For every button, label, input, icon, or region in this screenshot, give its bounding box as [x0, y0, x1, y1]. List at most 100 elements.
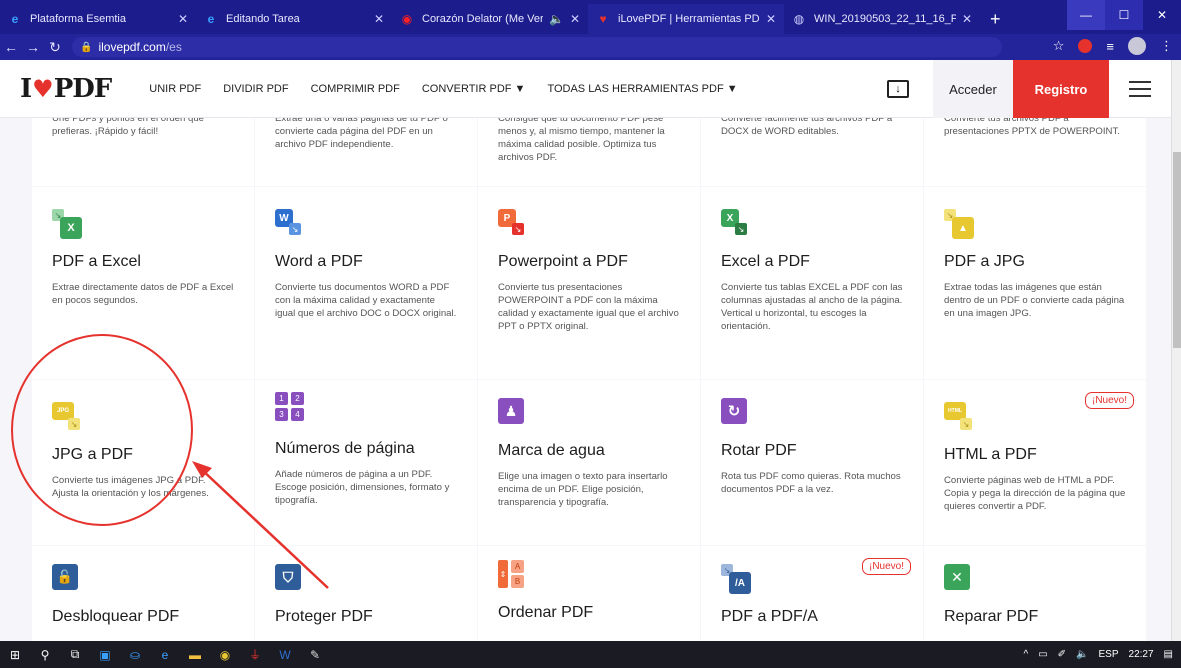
- notifications-icon[interactable]: ▤: [1164, 649, 1173, 660]
- shopping-bag-icon[interactable]: ⛀: [124, 647, 146, 663]
- tool-card-reparar[interactable]: ✕ Reparar PDF: [924, 546, 1146, 641]
- tool-card-html-pdf[interactable]: ¡Nuevo! HTML ↘ HTML a PDF Convierte pági…: [924, 380, 1146, 545]
- word-app-icon[interactable]: W: [274, 647, 296, 663]
- register-button[interactable]: Registro: [1013, 60, 1109, 118]
- tab-label: Corazón Delator (Me Verás Vo: [422, 13, 543, 25]
- store-icon[interactable]: ▣: [94, 647, 116, 663]
- menu-dots-icon[interactable]: ⋮: [1160, 38, 1173, 54]
- folder-icon[interactable]: ▬: [184, 647, 206, 663]
- tool-desc: Convierte tus archivos PDF a presentacio…: [944, 118, 1120, 137]
- extensions-icon[interactable]: ≡: [1106, 39, 1114, 54]
- tab-editando-tarea[interactable]: e Editando Tarea ✕: [196, 4, 392, 34]
- url-field[interactable]: 🔒 ilovepdf.com/es: [72, 37, 1002, 57]
- close-icon[interactable]: ✕: [178, 12, 188, 26]
- network-icon[interactable]: ▭: [1038, 649, 1047, 660]
- windows-start-icon[interactable]: ⊞: [4, 647, 26, 663]
- menu-unir-pdf[interactable]: UNIR PDF: [149, 83, 201, 95]
- tool-card-excel-pdf[interactable]: X ↘ Excel a PDF Convierte tus tablas EXC…: [701, 187, 923, 379]
- maximize-icon[interactable]: ☐: [1105, 0, 1143, 30]
- tool-title: Marca de agua: [498, 442, 605, 459]
- new-badge: ¡Nuevo!: [861, 558, 911, 575]
- tool-desc: Rota tus PDF como quieras. Rota muchos d…: [721, 471, 901, 495]
- address-bar: ← → ↻ 🔒 ilovepdf.com/es ☆ ≡ ⋮: [0, 34, 1181, 60]
- new-badge: ¡Nuevo!: [1084, 392, 1134, 409]
- chevron-up-icon[interactable]: ^: [1024, 649, 1029, 660]
- paint-icon[interactable]: ✎: [304, 647, 326, 663]
- minimize-icon[interactable]: —: [1067, 0, 1105, 30]
- close-icon[interactable]: ✕: [962, 12, 972, 26]
- logo-text-right: PDF: [53, 73, 113, 104]
- system-tray: ^ ▭ ✐ 🔈 ESP 22:27 ▤: [1024, 641, 1174, 668]
- tool-card-rotar[interactable]: ↻ Rotar PDF Rota tus PDF como quieras. R…: [701, 380, 923, 545]
- excel-icon: ↘ X: [52, 209, 82, 239]
- login-button[interactable]: Acceder: [933, 60, 1013, 118]
- star-icon[interactable]: ☆: [1053, 38, 1065, 54]
- tool-card-dividir[interactable]: Extrae una o varias páginas de tu PDF o …: [255, 118, 477, 186]
- chrome-icon[interactable]: ◉: [214, 647, 236, 663]
- image-icon: ↘ ▲: [944, 209, 974, 239]
- tool-card-marca-agua[interactable]: ♟ Marca de agua Elige una imagen o texto…: [478, 380, 700, 545]
- tab-label: Editando Tarea: [226, 13, 300, 25]
- tool-card-proteger[interactable]: ⛉ Proteger PDF: [255, 546, 477, 641]
- hamburger-menu-icon[interactable]: [1109, 60, 1171, 118]
- pdfa-icon: ↘ /A: [721, 564, 751, 594]
- forward-icon[interactable]: →: [22, 39, 44, 55]
- clock[interactable]: 22:27: [1129, 649, 1154, 660]
- speaker-icon[interactable]: 🔈: [549, 12, 564, 26]
- tool-card-pdf-word[interactable]: Convierte fácilmente tus archivos PDF a …: [701, 118, 923, 186]
- tool-card-jpg-pdf[interactable]: JPG ↘ JPG a PDF Convierte tus imágenes J…: [32, 380, 254, 545]
- menu-todas-herramientas[interactable]: TODAS LAS HERRAMIENTAS PDF ▼: [547, 83, 737, 95]
- tool-title: PDF a JPG: [944, 253, 1025, 270]
- language-indicator[interactable]: ESP: [1099, 649, 1119, 660]
- task-view-icon[interactable]: ⧉: [64, 647, 86, 663]
- pen-icon[interactable]: ✐: [1058, 649, 1066, 660]
- new-tab-button[interactable]: +: [980, 4, 1011, 34]
- tool-card-word-pdf[interactable]: W ↘ Word a PDF Convierte tus documentos …: [255, 187, 477, 379]
- close-icon[interactable]: ✕: [374, 12, 384, 26]
- tool-title: HTML a PDF: [944, 446, 1037, 463]
- tool-card-pdf-ppt[interactable]: Convierte tus archivos PDF a presentacio…: [924, 118, 1146, 186]
- edge-icon[interactable]: e: [154, 647, 176, 663]
- desktop-download-icon[interactable]: ↓: [887, 80, 909, 98]
- main-menu: UNIR PDF DIVIDIR PDF COMPRIMIR PDF CONVE…: [149, 83, 737, 95]
- tool-card-desbloquear[interactable]: 🔓 Desbloquear PDF: [32, 546, 254, 641]
- window-controls: — ☐ ✕: [1067, 0, 1181, 30]
- tool-card-pdf-excel[interactable]: ↘ X PDF a Excel Extrae directamente dato…: [32, 187, 254, 379]
- tool-card-pdf-jpg[interactable]: ↘ ▲ PDF a JPG Extrae todas las imágenes …: [924, 187, 1146, 379]
- tool-desc: Convierte tus documentos WORD a PDF con …: [275, 282, 457, 319]
- pdf-app-icon[interactable]: ⏚: [244, 647, 266, 663]
- globe-icon: ◍: [793, 12, 805, 26]
- tab-plataforma-esemtia[interactable]: e Plataforma Esemtia ✕: [0, 4, 196, 34]
- word-icon: W ↘: [275, 209, 301, 235]
- lock-icon: 🔒: [80, 41, 93, 53]
- tool-card-comprimir[interactable]: Consigue que tu documento PDF pese menos…: [478, 118, 700, 186]
- tool-card-pdf-pdfa[interactable]: ¡Nuevo! ↘ /A PDF a PDF/A: [701, 546, 923, 641]
- menu-comprimir-pdf[interactable]: COMPRIMIR PDF: [311, 83, 400, 95]
- excel-icon: X ↘: [721, 209, 747, 235]
- tab-ilovepdf[interactable]: ♥ iLovePDF | Herramientas PDF onl ✕: [588, 4, 784, 34]
- menu-convertir-pdf[interactable]: CONVERTIR PDF ▼: [422, 83, 526, 95]
- profile-avatar[interactable]: [1128, 37, 1146, 55]
- close-window-icon[interactable]: ✕: [1143, 0, 1181, 30]
- tab-corazon-delator[interactable]: ◉ Corazón Delator (Me Verás Vo 🔈 ✕: [392, 4, 588, 34]
- tool-card-ordenar[interactable]: ⇕ A B Ordenar PDF: [478, 546, 700, 641]
- menu-dividir-pdf[interactable]: DIVIDIR PDF: [223, 83, 288, 95]
- close-icon[interactable]: ✕: [570, 12, 580, 26]
- logo-text-left: I: [20, 73, 32, 104]
- back-icon[interactable]: ←: [0, 39, 22, 55]
- close-icon[interactable]: ✕: [766, 12, 776, 26]
- tab-win-video[interactable]: ◍ WIN_20190503_22_11_16_Pro.p ✕: [784, 4, 980, 34]
- reload-icon[interactable]: ↻: [44, 39, 66, 56]
- stamp-icon: ♟: [498, 398, 524, 424]
- page-numbers-icon: 1 2 3 4: [275, 392, 305, 426]
- scrollbar-thumb[interactable]: [1173, 152, 1181, 348]
- page-scrollbar[interactable]: [1171, 60, 1181, 641]
- ilovepdf-logo[interactable]: I ♥ PDF: [20, 73, 113, 104]
- volume-icon[interactable]: 🔈: [1076, 649, 1088, 660]
- tool-card-numeros-pagina[interactable]: 1 2 3 4 Números de página Añade números …: [255, 380, 477, 545]
- search-icon[interactable]: ⚲: [34, 647, 56, 663]
- tool-card-unir[interactable]: Une PDFs y ponlos en el orden que prefie…: [32, 118, 254, 186]
- tool-title: Excel a PDF: [721, 253, 810, 270]
- tool-card-ppt-pdf[interactable]: P ↘ Powerpoint a PDF Convierte tus prese…: [478, 187, 700, 379]
- extension-icon[interactable]: [1078, 39, 1093, 53]
